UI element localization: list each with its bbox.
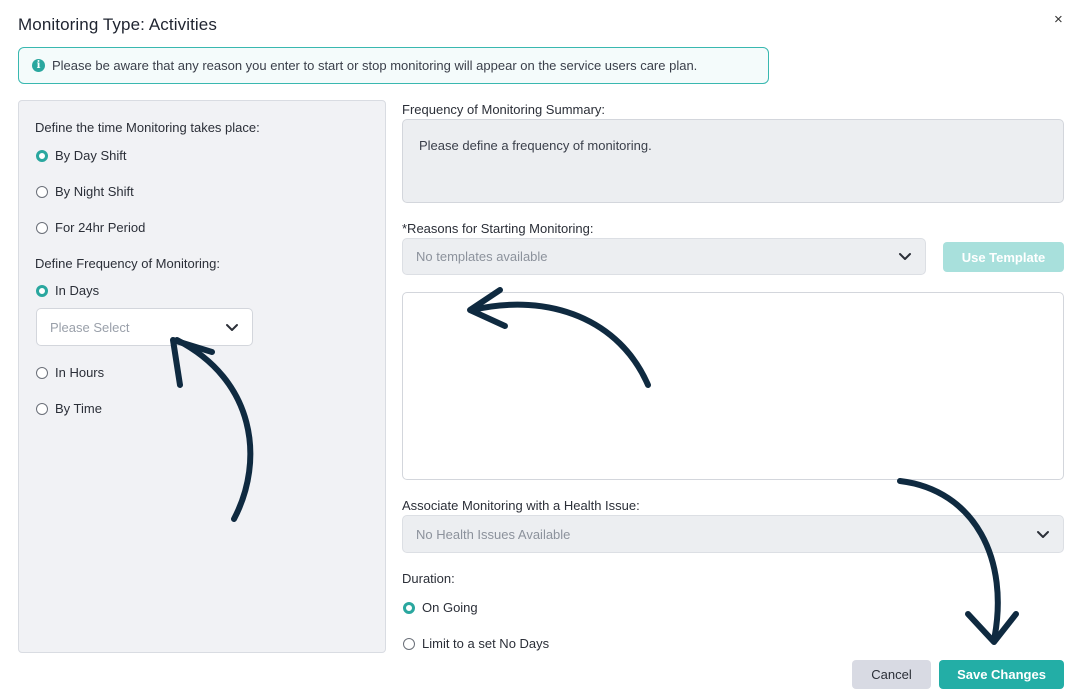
- health-issue-select[interactable]: No Health Issues Available: [402, 515, 1064, 553]
- cancel-button[interactable]: Cancel: [852, 660, 931, 689]
- template-select[interactable]: No templates available: [402, 238, 926, 275]
- radio-by-time[interactable]: By Time: [36, 401, 102, 416]
- reason-textarea[interactable]: [402, 292, 1064, 480]
- days-select[interactable]: Please Select: [36, 308, 253, 346]
- health-issue-label: Associate Monitoring with a Health Issue…: [402, 498, 640, 513]
- annotation-arrowhead-right: [965, 611, 1019, 645]
- summary-box: Please define a frequency of monitoring.: [402, 119, 1064, 203]
- radio-button[interactable]: [403, 637, 415, 650]
- radio-on-going[interactable]: On Going: [403, 600, 478, 615]
- radio-label: In Days: [55, 283, 100, 298]
- save-changes-button[interactable]: Save Changes: [939, 660, 1064, 689]
- radio-label: For 24hr Period: [55, 220, 146, 235]
- summary-text: Please define a frequency of monitoring.: [419, 138, 652, 153]
- chevron-down-icon: [226, 323, 238, 331]
- radio-label: In Hours: [55, 365, 105, 380]
- frequency-section-label: Define Frequency of Monitoring:: [35, 256, 220, 271]
- dialog-title: Monitoring Type: Activities: [18, 15, 217, 34]
- radio-label: By Night Shift: [55, 184, 134, 199]
- radio-by-day-shift[interactable]: By Day Shift: [36, 148, 127, 163]
- close-icon[interactable]: ×: [1054, 12, 1063, 27]
- radio-label: By Time: [55, 401, 102, 416]
- info-icon: i: [32, 59, 45, 72]
- chevron-down-icon: [899, 253, 911, 260]
- radio-by-night-shift[interactable]: By Night Shift: [36, 184, 134, 199]
- radio-button-checked[interactable]: [36, 284, 48, 297]
- use-template-button[interactable]: Use Template: [943, 242, 1064, 272]
- chevron-down-icon: [1037, 530, 1049, 538]
- duration-label: Duration:: [402, 571, 455, 586]
- radio-button-checked[interactable]: [403, 601, 415, 614]
- radio-24hr-period[interactable]: For 24hr Period: [36, 220, 145, 235]
- radio-limit-days[interactable]: Limit to a set No Days: [403, 636, 549, 651]
- radio-label: By Day Shift: [55, 148, 127, 163]
- info-banner: i Please be aware that any reason you en…: [18, 47, 769, 84]
- days-select-placeholder: Please Select: [50, 319, 130, 335]
- radio-button[interactable]: [36, 366, 48, 379]
- radio-button[interactable]: [36, 221, 48, 234]
- template-select-value: No templates available: [416, 249, 548, 264]
- time-section-label: Define the time Monitoring takes place:: [35, 120, 260, 135]
- info-banner-text: Please be aware that any reason you ente…: [52, 58, 698, 73]
- radio-in-days[interactable]: In Days: [36, 283, 99, 298]
- annotation-arrow-right: [897, 478, 1001, 643]
- summary-label: Frequency of Monitoring Summary:: [402, 102, 606, 117]
- health-issue-select-value: No Health Issues Available: [416, 526, 571, 542]
- radio-label: On Going: [422, 600, 478, 615]
- radio-label: Limit to a set No Days: [422, 636, 550, 651]
- radio-button[interactable]: [36, 185, 48, 198]
- radio-button-checked[interactable]: [36, 149, 48, 162]
- reasons-label: *Reasons for Starting Monitoring:: [402, 221, 594, 236]
- radio-button[interactable]: [36, 402, 48, 415]
- radio-in-hours[interactable]: In Hours: [36, 365, 104, 380]
